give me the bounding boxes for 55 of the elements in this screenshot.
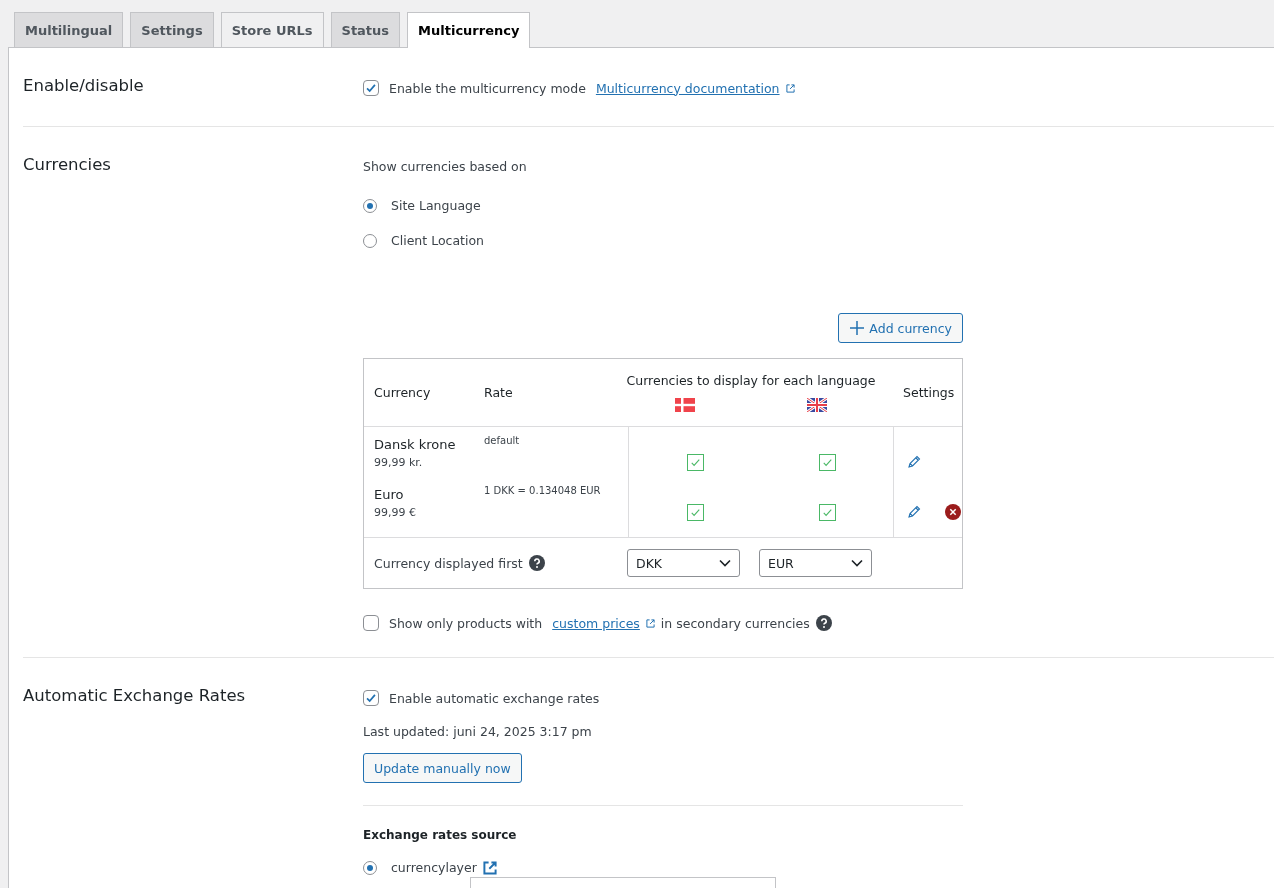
caret-icon (719, 559, 731, 567)
flag-icon (807, 398, 827, 412)
price-example: 99,99 kr. (374, 456, 424, 469)
exchange-rate: default (484, 435, 521, 448)
last-updated-text: Last updated: juni 24, 2025 3:17 pm (363, 724, 593, 739)
pencil-icon[interactable] (906, 454, 922, 470)
tab[interactable]: Multilingual (14, 12, 124, 47)
column-header: Currencies to display for each language (626, 373, 876, 388)
flag-icon (675, 398, 695, 412)
checkbox-label: Enable the multicurrency mode (389, 80, 586, 96)
currency-select[interactable]: DKK (627, 549, 740, 577)
radio-label: Site Language (391, 198, 481, 213)
add-currency-button[interactable]: Add currency (838, 313, 963, 343)
delete-icon[interactable] (945, 504, 961, 520)
update-button[interactable]: Update manually now (363, 753, 522, 783)
checkbox-label: Show only products with (389, 615, 543, 631)
external-link-icon (785, 83, 795, 93)
help-icon[interactable] (815, 615, 832, 631)
tab[interactable]: Multicurrency (407, 12, 531, 48)
currency-select[interactable]: EUR (759, 549, 872, 577)
column-header: Rate (484, 385, 514, 400)
external-link-icon (645, 618, 655, 628)
section-heading: Enable/disable (23, 75, 145, 96)
checkbox[interactable] (363, 690, 379, 706)
help-icon[interactable] (528, 555, 545, 571)
checkbox[interactable] (686, 503, 704, 521)
external-link-icon[interactable] (482, 860, 497, 875)
checkbox[interactable] (363, 80, 379, 96)
currency-name: Dansk krone (374, 437, 457, 452)
custom-prices-link[interactable]: custom prices (552, 615, 640, 631)
price-example: 99,99 € (374, 506, 417, 519)
field-label: Show currencies based on (363, 159, 528, 174)
checkbox[interactable] (686, 453, 704, 471)
plus-icon (849, 320, 866, 336)
subsection-heading: Exchange rates source (363, 828, 518, 842)
field-label: Currency displayed first (374, 555, 523, 571)
tab[interactable]: Store URLs (220, 12, 324, 47)
pencil-icon[interactable] (906, 504, 922, 520)
caret-icon (851, 559, 863, 567)
radio-label: currencylayer (391, 860, 477, 875)
tab[interactable]: Status (330, 12, 401, 47)
checkbox[interactable] (818, 453, 836, 471)
documentation-link[interactable]: Multicurrency documentation (595, 80, 780, 96)
section-heading: Currencies (23, 154, 112, 176)
column-header: Currency (374, 385, 432, 400)
column-header: Settings (903, 385, 955, 400)
checkbox-label: in secondary currencies (660, 615, 810, 631)
checkbox[interactable] (818, 503, 836, 521)
checkbox[interactable] (363, 615, 379, 631)
checkbox-label: Enable automatic exchange rates (389, 690, 600, 706)
section-heading: Automatic Exchange Rates (23, 685, 247, 707)
radio-label: Client Location (391, 233, 485, 248)
currency-name: Euro (374, 487, 405, 502)
tab[interactable]: Settings (130, 12, 214, 47)
exchange-rate: 1 DKK = 0.134048 EUR (484, 485, 602, 498)
